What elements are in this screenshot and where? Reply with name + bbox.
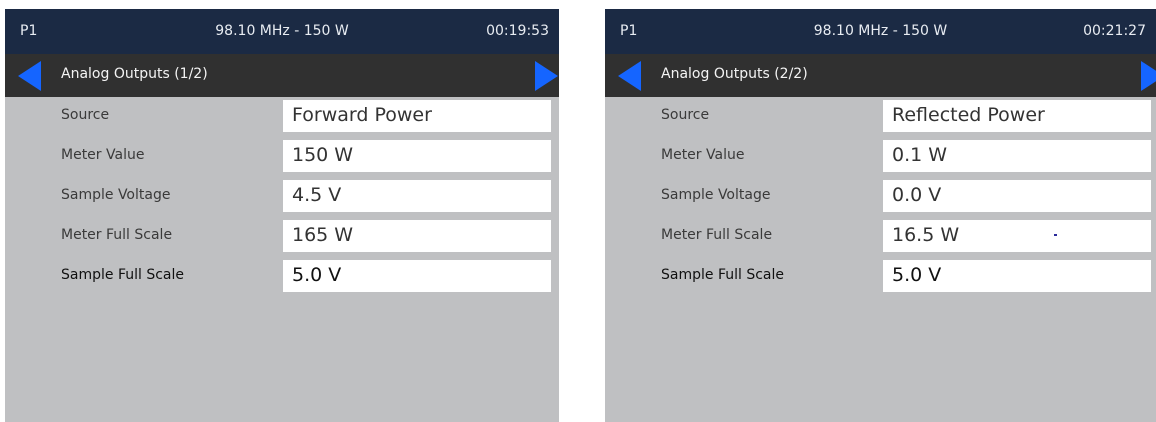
row-label: Sample Voltage: [61, 187, 171, 203]
row-value[interactable]: 0.0 V: [883, 180, 1151, 212]
row-label: Source: [61, 107, 110, 123]
row-sample-voltage[interactable]: Sample Voltage 0.0 V: [605, 177, 1156, 213]
row-sample-full-scale[interactable]: Sample Full Scale 5.0 V: [605, 257, 1156, 293]
row-value[interactable]: 4.5 V: [283, 180, 551, 212]
row-label: Sample Voltage: [661, 187, 771, 203]
row-label: Source: [661, 107, 710, 123]
row-source[interactable]: Source Forward Power: [5, 97, 559, 133]
row-value[interactable]: 0.1 W: [883, 140, 1151, 172]
status-bar: P1 98.10 MHz - 150 W 00:19:53: [5, 9, 559, 54]
row-label: Meter Full Scale: [61, 227, 173, 243]
row-meter-value[interactable]: Meter Value 150 W: [5, 137, 559, 173]
status-bar: P1 98.10 MHz - 150 W 00:21:27: [605, 9, 1156, 54]
arrow-right-icon[interactable]: [535, 61, 558, 91]
screen-analog-outputs-1: P1 98.10 MHz - 150 W 00:19:53 Analog Out…: [5, 9, 559, 422]
row-label: Meter Value: [661, 147, 745, 163]
arrow-left-icon[interactable]: [618, 61, 641, 91]
status-clock: 00:19:53: [486, 23, 549, 39]
row-label: Meter Value: [61, 147, 145, 163]
nav-bar: Analog Outputs (2/2): [605, 54, 1156, 97]
status-frequency-power: 98.10 MHz - 150 W: [813, 23, 948, 39]
page-title: Analog Outputs (2/2): [661, 66, 808, 82]
row-label: Sample Full Scale: [661, 267, 784, 283]
arrow-right-icon[interactable]: [1141, 61, 1156, 91]
arrow-left-icon[interactable]: [18, 61, 41, 91]
status-frequency-power: 98.10 MHz - 150 W: [215, 23, 349, 39]
nav-bar: Analog Outputs (1/2): [5, 54, 559, 97]
screen-analog-outputs-2: P1 98.10 MHz - 150 W 00:21:27 Analog Out…: [605, 9, 1156, 422]
row-value[interactable]: 16.5 W: [883, 220, 1151, 252]
row-meter-value[interactable]: Meter Value 0.1 W: [605, 137, 1156, 173]
row-label: Meter Full Scale: [661, 227, 773, 243]
row-sample-voltage[interactable]: Sample Voltage 4.5 V: [5, 177, 559, 213]
row-source[interactable]: Source Reflected Power: [605, 97, 1156, 133]
row-value[interactable]: 5.0 V: [883, 260, 1151, 292]
row-label: Sample Full Scale: [61, 267, 184, 283]
row-value[interactable]: 165 W: [283, 220, 551, 252]
page-title: Analog Outputs (1/2): [61, 66, 208, 82]
row-meter-full-scale[interactable]: Meter Full Scale 16.5 W: [605, 217, 1156, 253]
row-value[interactable]: 150 W: [283, 140, 551, 172]
status-clock: 00:21:27: [1083, 23, 1146, 39]
row-value[interactable]: 5.0 V: [283, 260, 551, 292]
pixel-artifact: [1054, 234, 1057, 236]
row-value[interactable]: Reflected Power: [883, 100, 1151, 132]
row-meter-full-scale[interactable]: Meter Full Scale 165 W: [5, 217, 559, 253]
row-value[interactable]: Forward Power: [283, 100, 551, 132]
row-sample-full-scale[interactable]: Sample Full Scale 5.0 V: [5, 257, 559, 293]
